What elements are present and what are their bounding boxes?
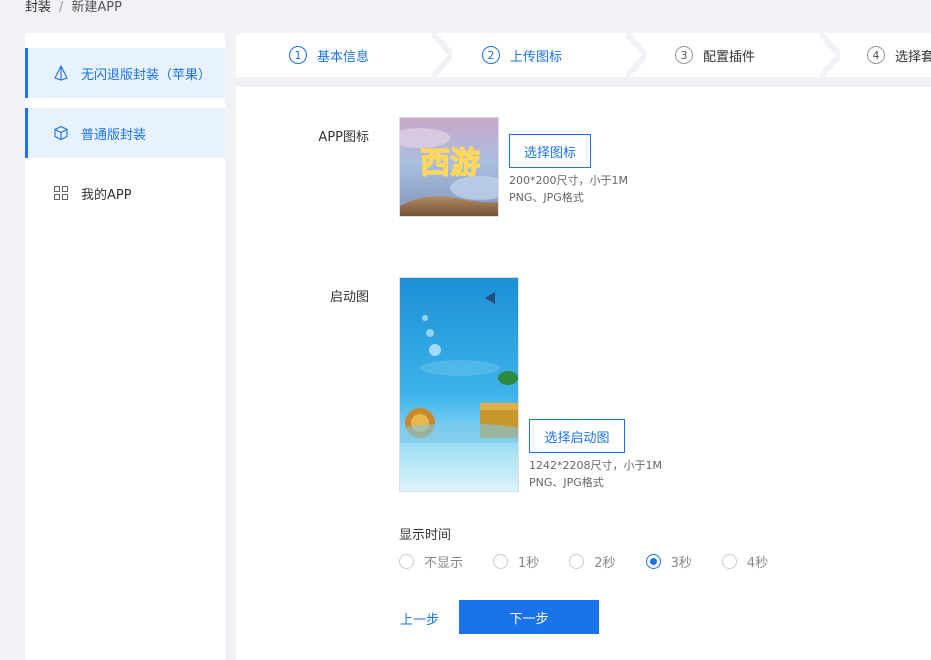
- radio-label: 2秒: [594, 556, 616, 571]
- step-select-plan[interactable]: 4 选择套: [867, 33, 931, 77]
- radio-label: 3秒: [670, 556, 692, 571]
- steps-bar: 1 基本信息 2 上传图标 3 配置插件 4 选择套: [236, 33, 931, 77]
- icon-size-hint: 200*200尺寸，小于1M: [509, 174, 628, 187]
- radio-label: 4秒: [746, 556, 769, 571]
- radio-circle[interactable]: [569, 554, 585, 569]
- app-icon-preview: 西游: [399, 117, 499, 217]
- step-divider-chevron: [626, 33, 646, 77]
- radio-4s[interactable]: 4秒: [721, 552, 769, 571]
- sidebar-item-my-app[interactable]: 我的APP: [25, 168, 225, 218]
- radio-2s[interactable]: 2秒: [569, 552, 616, 571]
- step-label: 基本信息: [317, 49, 370, 65]
- choose-splash-button[interactable]: 选择启动图: [529, 419, 625, 453]
- display-time-title: 显示时间: [399, 528, 452, 543]
- icon-format-hint: PNG、JPG格式: [509, 191, 584, 204]
- app-icon-label: APP图标: [318, 130, 369, 145]
- prev-step-button[interactable]: 上一步: [400, 609, 439, 628]
- sidebar-item-no-crash-package[interactable]: 无闪退版封装（苹果）: [25, 48, 225, 98]
- step-number: 1: [289, 46, 307, 64]
- pyramid-icon: [53, 65, 69, 81]
- radio-label: 1秒: [518, 556, 540, 571]
- sidebar-item-label: 普通版封装: [81, 127, 147, 143]
- sidebar-item-label: 我的APP: [81, 187, 132, 203]
- step-upload-icon[interactable]: 2 上传图标: [482, 33, 562, 77]
- step-basic-info[interactable]: 1 基本信息: [289, 33, 369, 77]
- cube-icon: [53, 125, 69, 141]
- step-label: 上传图标: [510, 49, 563, 65]
- step-number: 4: [867, 46, 885, 64]
- upload-panel: APP图标 西游 选择图标 200*200尺寸，小于1M PNG、JPG格式 启…: [236, 87, 931, 660]
- step-number: 2: [482, 46, 500, 64]
- sidebar-item-label: 无闪退版封装（苹果）: [81, 67, 212, 83]
- splash-preview: [399, 277, 519, 492]
- step-divider-chevron: [432, 33, 452, 77]
- sidebar: 无闪退版封装（苹果） 普通版封装 我的APP: [25, 33, 225, 660]
- step-label: 配置插件: [703, 49, 756, 65]
- radio-circle[interactable]: [399, 554, 414, 569]
- splash-label: 启动图: [329, 290, 369, 305]
- sidebar-item-normal-package[interactable]: 普通版封装: [25, 108, 225, 158]
- radio-1s[interactable]: 1秒: [493, 552, 539, 571]
- step-label: 选择套: [895, 49, 931, 65]
- radio-3s[interactable]: 3秒: [645, 552, 692, 571]
- splash-format-hint: PNG、JPG格式: [529, 476, 604, 489]
- icon-hint: 200*200尺寸，小于1M PNG、JPG格式: [509, 172, 628, 206]
- display-time-radio-group: 不显示 1秒 2秒 3秒 4秒: [399, 552, 798, 571]
- breadcrumb: 封装 / 新建APP: [25, 0, 122, 16]
- icon-art-text: 西游: [420, 146, 480, 181]
- step-config-plugin[interactable]: 3 配置插件: [675, 33, 755, 77]
- grid-icon: [53, 185, 69, 201]
- splash-hint: 1242*2208尺寸，小于1M PNG、JPG格式: [529, 457, 662, 491]
- step-number: 3: [675, 46, 693, 64]
- breadcrumb-root[interactable]: 封装: [25, 0, 51, 15]
- radio-circle[interactable]: [721, 554, 737, 569]
- breadcrumb-current: 新建APP: [71, 0, 122, 15]
- radio-circle-checked[interactable]: [645, 554, 661, 569]
- choose-icon-button[interactable]: 选择图标: [509, 134, 591, 168]
- radio-no-display[interactable]: 不显示: [399, 552, 463, 571]
- radio-label: 不显示: [424, 556, 464, 571]
- breadcrumb-separator: /: [59, 0, 64, 15]
- step-divider-chevron: [820, 33, 840, 77]
- radio-circle[interactable]: [493, 554, 509, 569]
- splash-size-hint: 1242*2208尺寸，小于1M: [529, 459, 662, 472]
- next-step-button[interactable]: 下一步: [459, 600, 599, 634]
